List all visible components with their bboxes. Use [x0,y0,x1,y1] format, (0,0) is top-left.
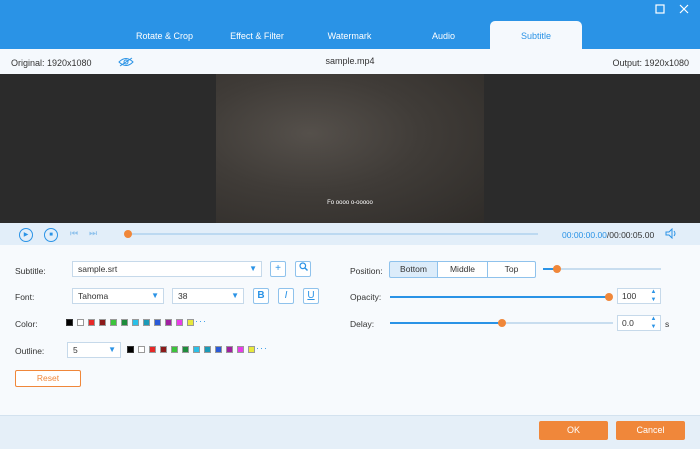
opacity-slider-thumb[interactable] [605,293,613,301]
color-swatch[interactable] [132,319,139,326]
delay-slider-thumb[interactable] [497,319,506,327]
restore-icon[interactable] [653,3,667,17]
current-time: 00:00:00.00 [562,230,607,240]
output-resolution: Output: 1920x1080 [612,58,689,68]
bold-button[interactable]: B [253,288,269,304]
color-swatch[interactable] [226,346,233,353]
subtitle-label: Subtitle: [15,266,46,276]
delay-label: Delay: [350,319,375,329]
search-subtitle-button[interactable] [295,261,311,277]
opacity-slider-fill [390,296,609,298]
search-icon [298,262,308,271]
color-swatch[interactable] [138,346,145,353]
play-icon[interactable]: ▶ [19,228,33,242]
reset-button[interactable]: Reset [15,370,81,387]
subtitle-file-value: sample.srt [78,264,118,274]
position-bottom-button[interactable]: Bottom [389,261,438,278]
opacity-up-icon[interactable]: ▲ [649,289,658,296]
font-size-value: 38 [178,291,188,301]
color-swatch[interactable] [99,319,106,326]
previous-frame-icon[interactable]: ⏮ [70,228,78,239]
color-swatch[interactable] [204,346,211,353]
chevron-down-icon: ▼ [231,291,239,300]
close-icon[interactable] [677,3,691,17]
position-top-button[interactable]: Top [487,261,536,278]
tab-watermark[interactable]: Watermark [302,21,397,49]
color-swatch[interactable] [88,319,95,326]
color-label: Color: [15,319,38,329]
position-middle-button[interactable]: Middle [437,261,488,278]
color-swatch[interactable] [127,346,134,353]
subtitle-preview-text: Fo oooo o-ooooo [327,200,373,206]
more-colors-button[interactable]: ··· [195,316,207,326]
font-family-select[interactable]: Tahoma ▼ [72,288,164,304]
opacity-label: Opacity: [350,292,382,302]
color-swatch[interactable] [143,319,150,326]
delay-down-icon[interactable]: ▼ [649,324,658,331]
underline-button[interactable]: U [303,288,319,304]
delay-up-icon[interactable]: ▲ [649,316,658,323]
color-swatch[interactable] [171,346,178,353]
color-swatch[interactable] [149,346,156,353]
color-swatch[interactable] [66,319,73,326]
tab-effect-filter[interactable]: Effect & Filter [212,21,302,49]
opacity-down-icon[interactable]: ▼ [649,297,658,304]
eye-icon[interactable] [118,57,134,69]
delay-slider-fill [390,322,502,324]
file-name: sample.mp4 [325,56,375,66]
chevron-down-icon: ▼ [108,345,116,354]
color-swatch[interactable] [176,319,183,326]
color-swatch[interactable] [215,346,222,353]
add-subtitle-button[interactable]: + [270,261,286,277]
tab-audio[interactable]: Audio [397,21,490,49]
progress-thumb[interactable] [124,230,132,238]
color-swatch[interactable] [165,319,172,326]
delay-value: 0.0 [622,318,634,328]
outline-label: Outline: [15,346,45,356]
color-swatch[interactable] [187,319,194,326]
color-swatch[interactable] [154,319,161,326]
color-swatch[interactable] [182,346,189,353]
cancel-button[interactable]: Cancel [616,421,685,440]
delay-unit: s [665,319,670,329]
timecode: 00:00:00.00/00:00:05.00 [562,230,654,240]
subtitle-file-select[interactable]: sample.srt ▼ [72,261,262,277]
volume-icon[interactable] [665,227,677,242]
color-swatch[interactable] [77,319,84,326]
stop-icon[interactable]: ■ [44,228,58,242]
position-label: Position: [350,266,383,276]
tab-subtitle[interactable]: Subtitle [490,21,582,49]
color-swatch[interactable] [248,346,255,353]
italic-button[interactable]: I [278,288,294,304]
color-swatch[interactable] [237,346,244,353]
color-swatch[interactable] [193,346,200,353]
outline-value: 5 [73,345,78,355]
next-frame-icon[interactable]: ⏭ [89,228,97,239]
opacity-value: 100 [622,291,637,301]
info-bar: Original: 1920x1080 sample.mp4 Output: 1… [0,49,700,74]
more-outline-colors-button[interactable]: ··· [256,343,268,353]
ok-button[interactable]: OK [539,421,608,440]
font-family-value: Tahoma [78,291,109,301]
outline-select[interactable]: 5 ▼ [67,342,121,358]
font-size-select[interactable]: 38 ▼ [172,288,244,304]
font-label: Font: [15,292,35,302]
color-swatch[interactable] [110,319,117,326]
progress-track[interactable] [128,233,538,235]
total-time: /00:00:05.00 [606,230,655,240]
color-swatch[interactable] [121,319,128,326]
tab-rotate-crop[interactable]: Rotate & Crop [117,21,212,49]
chevron-down-icon: ▼ [249,264,257,273]
color-swatch[interactable] [160,346,167,353]
chevron-down-icon: ▼ [151,291,159,300]
